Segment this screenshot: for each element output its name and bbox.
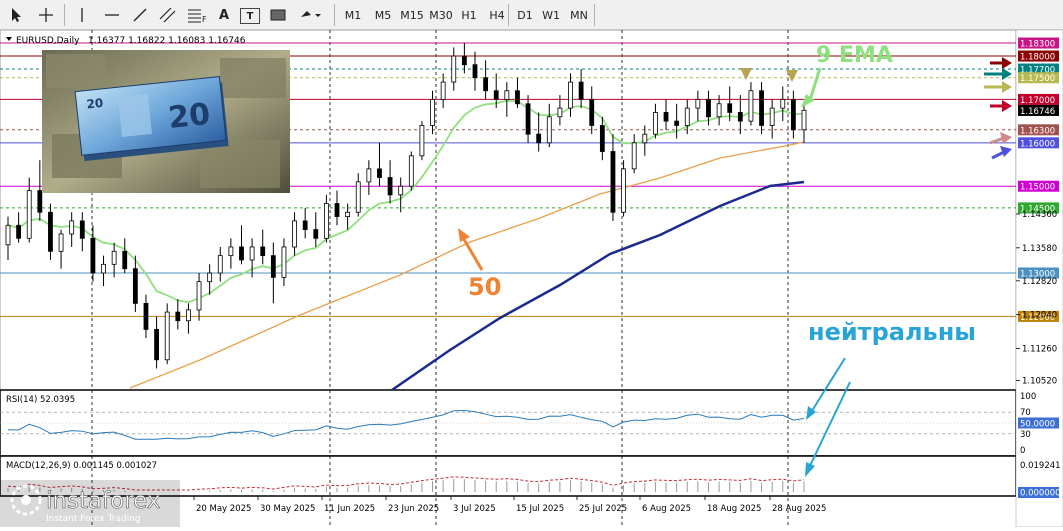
macd-tick-label: 0.019241: [1020, 461, 1061, 471]
banknote-denomination: 20: [167, 97, 212, 136]
crosshair-icon[interactable]: [36, 5, 56, 25]
rsi-tick-label: 30: [1020, 430, 1031, 440]
vertical-line-icon[interactable]: [72, 5, 92, 25]
text-label-icon[interactable]: T: [240, 8, 260, 24]
rsi-tick-label: 0: [1020, 446, 1025, 456]
candle[interactable]: [164, 303, 170, 365]
candle[interactable]: [621, 160, 626, 217]
timeframe-m5[interactable]: M5: [372, 5, 394, 25]
price-tick-label: 1.12820: [1022, 277, 1057, 287]
shapes-menu-icon[interactable]: [298, 5, 324, 25]
symbol-ohlc: 1.16377 1.16822 1.16083 1.16746: [88, 36, 246, 46]
level-tag-label: 1.18000: [1020, 53, 1055, 63]
timeframe-m30[interactable]: M30: [427, 5, 455, 25]
level-tag-label: 1.18300: [1020, 40, 1055, 50]
chart-toolbar: F A T M1 M5 M15 M30 H1 H4 D1 W1 MN: [0, 0, 1063, 30]
rsi-tick-label: 70: [1020, 408, 1031, 418]
horizontal-line-icon[interactable]: [102, 5, 122, 25]
watermark-tagline: Instant Forex Trading: [46, 514, 141, 524]
current-price-label: 1.16746: [1020, 107, 1055, 117]
date-tick-label: 6 Aug 2025: [642, 504, 691, 514]
level-tag-label: 1.17500: [1020, 74, 1055, 84]
date-tick-label: 20 May 2025: [196, 504, 251, 514]
level-tag-label: 1.17000: [1020, 96, 1055, 106]
ema9-label: 9 EMA: [816, 43, 893, 68]
date-tick-label: 3 Jul 2025: [453, 504, 496, 514]
timeframe-mn[interactable]: MN: [568, 5, 590, 25]
cursor-icon[interactable]: [6, 5, 26, 25]
level-tag-label: 1.16300: [1020, 126, 1055, 136]
fib-label: F: [202, 15, 207, 23]
neutral-label: нейтральны: [808, 318, 976, 346]
timeframe-w1[interactable]: W1: [540, 5, 562, 25]
banknote-image: 20 20: [42, 50, 290, 193]
symbol-name: EURUSD,Daily: [16, 36, 80, 46]
rectangle-icon[interactable]: [268, 5, 288, 25]
chart-area[interactable]: 1.18300 1.18000 1.17700 1.17500 1.17000 1.163…: [0, 29, 1063, 528]
candle[interactable]: [408, 151, 414, 191]
price-tick-label: 1.12040: [1022, 311, 1057, 321]
instaforex-watermark: instaforex Instant Forex Trading: [0, 480, 180, 527]
date-tick-label: 23 Jun 2025: [388, 504, 439, 514]
symbol-header: EURUSD,Daily 1.16377 1.16822 1.16083 1.1…: [6, 36, 246, 46]
price-tick-label: 1.10520: [1022, 377, 1057, 387]
timeframe-m1[interactable]: M1: [342, 5, 364, 25]
date-tick-label: 25 Jul 2025: [579, 504, 627, 514]
candle[interactable]: [419, 121, 425, 161]
macd-title: MACD(12,26,9) 0.001145 0.001027: [6, 461, 157, 471]
trend-line-icon[interactable]: [130, 5, 150, 25]
date-tick-label: 11 Jun 2025: [324, 504, 375, 514]
ma50-label: 50: [468, 273, 501, 301]
price-tick-label: 1.13580: [1022, 244, 1057, 254]
rsi-title: RSI(14) 52.0395: [6, 395, 75, 405]
macd-current-label: 0.000000: [1020, 489, 1061, 499]
timeframe-h4[interactable]: H4: [486, 5, 508, 25]
rsi-tick-label: 100: [1020, 392, 1036, 402]
fibonacci-icon[interactable]: F: [186, 5, 208, 25]
timeframe-h1[interactable]: H1: [458, 5, 480, 25]
candle[interactable]: [48, 203, 53, 260]
watermark-brand: instaforex: [46, 488, 161, 514]
rsi-current-label: 50.0000: [1020, 420, 1055, 430]
price-chart[interactable]: 1.183001.180001.177001.175001.170001.163…: [0, 29, 1063, 528]
date-tick-label: 15 Jul 2025: [516, 504, 564, 514]
level-tag-label: 1.15000: [1020, 183, 1055, 193]
price-tick-label: 1.14360: [1022, 210, 1057, 220]
date-tick-label: 28 Aug 2025: [772, 504, 826, 514]
text-icon[interactable]: A: [214, 5, 234, 25]
date-tick-label: 30 May 2025: [260, 504, 315, 514]
price-tick-label: 1.11260: [1022, 345, 1057, 355]
date-tick-label: 18 Aug 2025: [707, 504, 761, 514]
level-tag-label: 1.16000: [1020, 139, 1055, 149]
channel-icon[interactable]: [158, 5, 178, 25]
banknote-small-denom: 20: [86, 96, 104, 112]
timeframe-m15[interactable]: M15: [398, 5, 426, 25]
timeframe-d1[interactable]: D1: [514, 5, 536, 25]
